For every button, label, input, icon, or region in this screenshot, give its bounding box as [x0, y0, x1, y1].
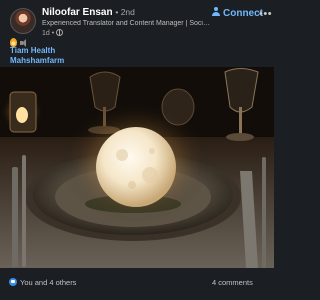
- post-meta: 1d •: [42, 29, 64, 37]
- hashtag-tiam-health[interactable]: Tiam Health: [10, 46, 55, 55]
- avatar[interactable]: [10, 8, 36, 34]
- like-icon: [9, 278, 17, 286]
- reactions-label: You and 4 others: [20, 278, 77, 287]
- post-footer: You and 4 others 4 comments: [0, 268, 274, 300]
- author-headline: Experienced Translator and Content Manag…: [42, 20, 210, 27]
- person-add-icon: [212, 7, 221, 17]
- feed-post-card: Niloofar Ensan • 2nd Experienced Transla…: [0, 0, 274, 300]
- author-line: Niloofar Ensan • 2nd: [42, 7, 135, 18]
- post-time: 1d •: [42, 30, 55, 37]
- moon-lamp-photo: [0, 67, 274, 268]
- connect-button[interactable]: Connect: [212, 7, 263, 19]
- globe-icon: [56, 29, 64, 36]
- comments-count[interactable]: 4 comments: [212, 278, 253, 287]
- connection-degree: • 2nd: [115, 7, 135, 17]
- author-name[interactable]: Niloofar Ensan: [42, 7, 113, 18]
- connect-label: Connect: [223, 8, 263, 19]
- more-icon[interactable]: •••: [259, 8, 272, 20]
- post-image[interactable]: [0, 67, 274, 268]
- post-header: Niloofar Ensan • 2nd Experienced Transla…: [8, 6, 272, 37]
- reactions-summary[interactable]: You and 4 others: [9, 278, 76, 287]
- hashtag-mahshamfarm[interactable]: Mahshamfarm: [10, 56, 64, 65]
